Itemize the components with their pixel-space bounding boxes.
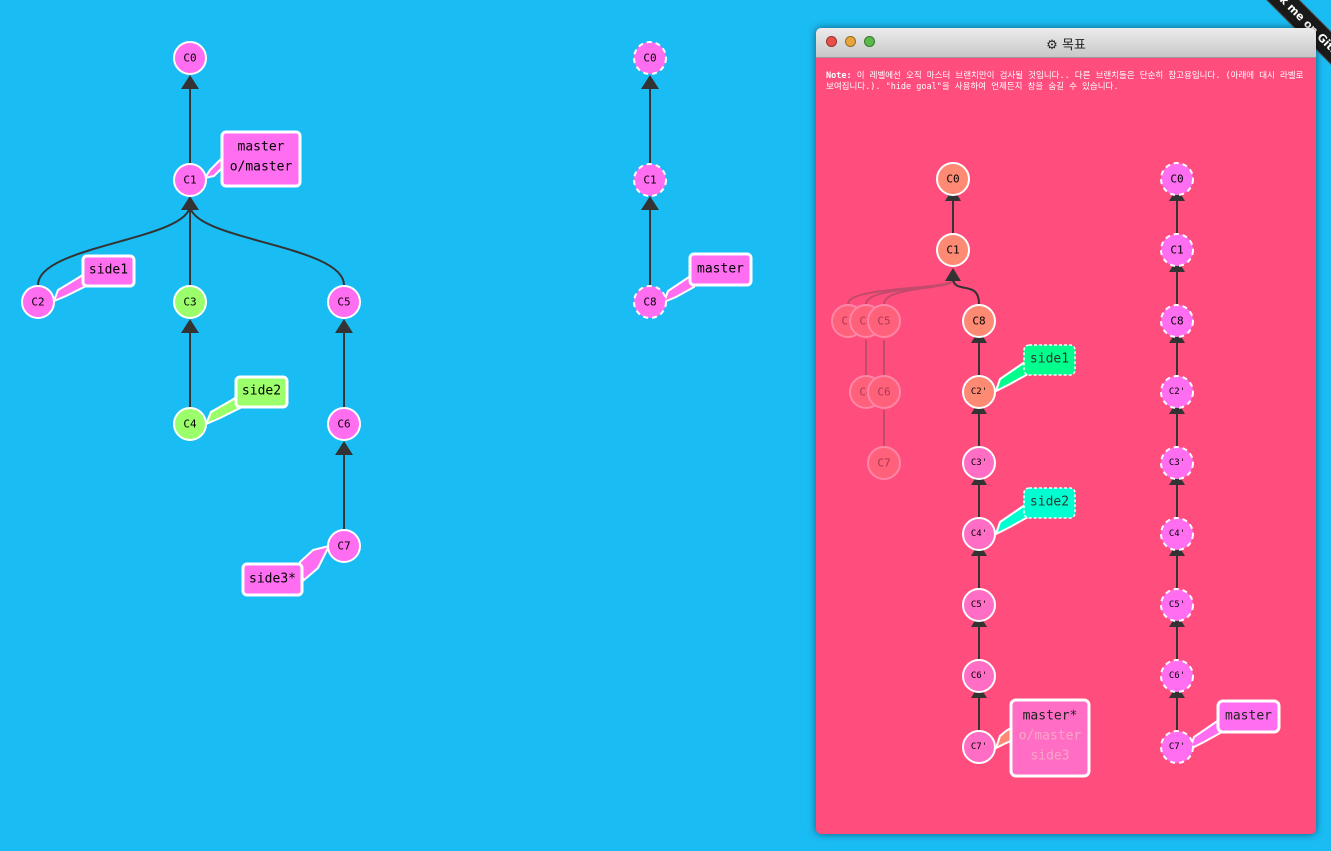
side3-branch-label[interactable]: side3* — [241, 562, 304, 597]
side1-branch-arrow — [52, 272, 88, 303]
svg-text:side1: side1 — [89, 263, 128, 278]
svg-text:C3': C3' — [1169, 458, 1185, 468]
svg-text:C4': C4' — [971, 529, 987, 539]
goal-remote-master-label[interactable]: master — [1216, 699, 1281, 734]
goal-commit-C4-prime[interactable]: C4' — [962, 517, 996, 551]
svg-text:side2: side2 — [242, 384, 281, 399]
master-branch-arrow — [202, 155, 223, 180]
goal-remote-commit-C5-prime[interactable]: C5' — [1160, 588, 1194, 622]
goal-remote-commit-C6-prime[interactable]: C6' — [1160, 659, 1194, 693]
goal-commit-C3-prime[interactable]: C3' — [962, 446, 996, 480]
goal-commit-C0[interactable]: C0 — [936, 162, 970, 196]
goal-commit-C2-prime[interactable]: C2' — [962, 375, 996, 409]
ghost-commit-C6: C6 — [867, 375, 901, 409]
svg-text:C8: C8 — [643, 296, 656, 309]
svg-text:C0: C0 — [946, 173, 959, 186]
goal-commit-C6-prime[interactable]: C6' — [962, 659, 996, 693]
goal-commit-C5-prime[interactable]: C5' — [962, 588, 996, 622]
svg-text:C0: C0 — [183, 52, 196, 65]
commit-C6[interactable]: C6 — [327, 407, 361, 441]
goal-tree-canvas: C2 C3 C5 C4 C6 C7 C0 C1 C8 C2' C3' C4' C… — [831, 162, 1281, 778]
goal-remote-commit-C4-prime[interactable]: C4' — [1160, 517, 1194, 551]
origin-commit-C0[interactable]: C0 — [633, 41, 667, 75]
goal-window[interactable]: ⚙ 목표 Note: 이 레벨에선 오직 마스터 브랜치만이 검사될 것입니다.… — [816, 28, 1316, 834]
svg-text:o/master: o/master — [230, 160, 293, 175]
svg-text:C7': C7' — [1169, 742, 1185, 752]
commit-C2[interactable]: C2 — [21, 285, 55, 319]
svg-text:C2': C2' — [971, 387, 987, 397]
svg-text:C2': C2' — [1169, 387, 1185, 397]
svg-text:C7': C7' — [971, 742, 987, 752]
svg-text:C0: C0 — [643, 52, 656, 65]
svg-text:C5: C5 — [337, 296, 350, 309]
goal-local-commits: C0 C1 C8 C2' C3' C4' C5' C6' C7' — [936, 162, 996, 764]
commit-C1[interactable]: C1 — [173, 163, 207, 197]
svg-text:side2: side2 — [1030, 495, 1069, 510]
commit-C4[interactable]: C4 — [173, 407, 207, 441]
goal-commit-C7-prime[interactable]: C7' — [962, 730, 996, 764]
commit-C3[interactable]: C3 — [173, 285, 207, 319]
svg-text:o/master: o/master — [1019, 729, 1082, 744]
goal-remote-commit-C3-prime[interactable]: C3' — [1160, 446, 1194, 480]
ghost-commit-C5: C5 — [867, 304, 901, 338]
svg-text:C8: C8 — [1170, 315, 1183, 328]
svg-text:C1: C1 — [1170, 244, 1183, 257]
goal-remote-commit-C1[interactable]: C1 — [1160, 233, 1194, 267]
origin-commit-C1[interactable]: C1 — [633, 163, 667, 197]
svg-text:master*: master* — [1023, 709, 1078, 724]
goal-commit-C1[interactable]: C1 — [936, 233, 970, 267]
svg-text:C6': C6' — [971, 671, 987, 681]
goal-side2-arrow — [994, 503, 1030, 536]
ghost-commits: C2 C3 C5 C4 C6 C7 — [831, 279, 954, 480]
svg-text:C2: C2 — [31, 296, 44, 309]
goal-side2-label[interactable]: side2 — [1023, 487, 1076, 519]
svg-text:C1: C1 — [183, 174, 196, 187]
commit-C0[interactable]: C0 — [173, 41, 207, 75]
goal-branch-arrows — [994, 360, 1224, 751]
svg-text:C3: C3 — [183, 296, 196, 309]
goal-side1-arrow — [994, 360, 1030, 393]
svg-text:C7: C7 — [337, 540, 350, 553]
goal-remote-commit-C7-prime[interactable]: C7' — [1160, 730, 1194, 764]
goal-master-label[interactable]: master* o/master side3 — [1009, 698, 1091, 778]
origin-master-branch-label[interactable]: master — [688, 252, 753, 287]
svg-text:side3*: side3* — [249, 572, 296, 587]
svg-text:C1: C1 — [643, 174, 656, 187]
branch-arrows — [52, 155, 696, 582]
origin-commit-C8[interactable]: C8 — [633, 285, 667, 319]
svg-text:C1: C1 — [946, 244, 959, 257]
svg-text:C7: C7 — [877, 457, 890, 470]
svg-text:C5: C5 — [877, 315, 890, 328]
goal-remote-commit-C0[interactable]: C0 — [1160, 162, 1194, 196]
svg-text:C3': C3' — [971, 458, 987, 468]
svg-text:C8: C8 — [972, 315, 985, 328]
svg-text:C6: C6 — [337, 418, 350, 431]
svg-text:C0: C0 — [1170, 173, 1183, 186]
svg-text:side3: side3 — [1030, 749, 1069, 764]
svg-text:C5': C5' — [1169, 600, 1185, 610]
svg-text:C4: C4 — [183, 418, 197, 431]
svg-text:C5': C5' — [971, 600, 987, 610]
svg-text:C4': C4' — [1169, 529, 1185, 539]
commit-C5[interactable]: C5 — [327, 285, 361, 319]
svg-text:C6': C6' — [1169, 671, 1185, 681]
svg-text:side1: side1 — [1030, 352, 1069, 367]
ghost-commit-C7: C7 — [867, 446, 901, 480]
svg-text:master: master — [697, 262, 744, 277]
svg-text:C6: C6 — [877, 386, 890, 399]
goal-remote-commit-C2-prime[interactable]: C2' — [1160, 375, 1194, 409]
svg-text:master: master — [1225, 709, 1272, 724]
goal-side1-label[interactable]: side1 — [1023, 344, 1076, 376]
goal-commit-C8[interactable]: C8 — [962, 304, 996, 338]
goal-remote-commit-C8[interactable]: C8 — [1160, 304, 1194, 338]
side1-branch-label[interactable]: side1 — [81, 254, 136, 288]
side2-branch-label[interactable]: side2 — [234, 375, 289, 409]
master-branch-label[interactable]: master o/master — [220, 130, 302, 188]
goal-remote-commits: C0 C1 C8 C2' C3' C4' C5' C6' C7' — [1160, 162, 1194, 764]
svg-text:master: master — [238, 140, 285, 155]
commit-C7[interactable]: C7 — [327, 529, 361, 563]
